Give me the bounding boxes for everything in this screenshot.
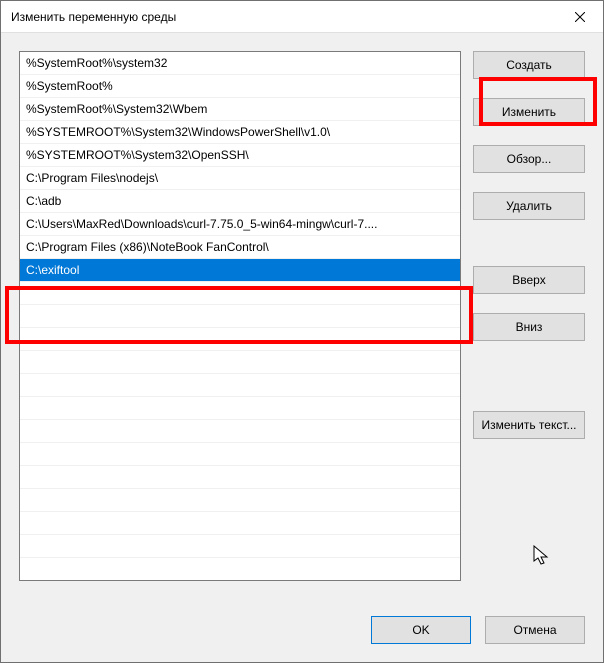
list-item[interactable]: C:\adb: [20, 190, 460, 213]
list-item[interactable]: C:\Program Files (x86)\NoteBook FanContr…: [20, 236, 460, 259]
list-item-empty[interactable]: [20, 374, 460, 397]
list-item[interactable]: C:\Program Files\nodejs\: [20, 167, 460, 190]
delete-button[interactable]: Удалить: [473, 192, 585, 220]
list-item-empty[interactable]: [20, 420, 460, 443]
list-item-empty[interactable]: [20, 489, 460, 512]
ok-button[interactable]: OK: [371, 616, 471, 644]
list-item-empty[interactable]: [20, 512, 460, 535]
path-listbox[interactable]: %SystemRoot%\system32%SystemRoot%%System…: [19, 51, 461, 581]
list-item-empty[interactable]: [20, 282, 460, 305]
list-item[interactable]: %SystemRoot%\System32\Wbem: [20, 98, 460, 121]
edit-button[interactable]: Изменить: [473, 98, 585, 126]
close-button[interactable]: [557, 1, 603, 33]
content-area: %SystemRoot%\system32%SystemRoot%%System…: [1, 33, 603, 662]
list-item[interactable]: %SystemRoot%: [20, 75, 460, 98]
list-item[interactable]: C:\Users\MaxRed\Downloads\curl-7.75.0_5-…: [20, 213, 460, 236]
main-area: %SystemRoot%\system32%SystemRoot%%System…: [19, 51, 585, 596]
move-up-button[interactable]: Вверх: [473, 266, 585, 294]
list-item[interactable]: %SystemRoot%\system32: [20, 52, 460, 75]
cancel-button[interactable]: Отмена: [485, 616, 585, 644]
edit-text-button[interactable]: Изменить текст...: [473, 411, 585, 439]
list-item-empty[interactable]: [20, 305, 460, 328]
list-item-empty[interactable]: [20, 443, 460, 466]
titlebar: Изменить переменную среды: [1, 1, 603, 33]
list-item-empty[interactable]: [20, 397, 460, 420]
close-icon: [575, 12, 585, 22]
list-item-empty[interactable]: [20, 466, 460, 489]
list-item-empty[interactable]: [20, 535, 460, 558]
env-var-dialog: Изменить переменную среды %SystemRoot%\s…: [0, 0, 604, 663]
list-item-empty[interactable]: [20, 351, 460, 374]
move-down-button[interactable]: Вниз: [473, 313, 585, 341]
listbox-wrapper: %SystemRoot%\system32%SystemRoot%%System…: [19, 51, 461, 596]
window-title: Изменить переменную среды: [1, 10, 176, 24]
dialog-buttons: OK Отмена: [19, 616, 585, 644]
list-item[interactable]: %SYSTEMROOT%\System32\WindowsPowerShell\…: [20, 121, 460, 144]
create-button[interactable]: Создать: [473, 51, 585, 79]
browse-button[interactable]: Обзор...: [473, 145, 585, 173]
button-column: Создать Изменить Обзор... Удалить Вверх …: [473, 51, 585, 596]
list-item-empty[interactable]: [20, 328, 460, 351]
list-item[interactable]: %SYSTEMROOT%\System32\OpenSSH\: [20, 144, 460, 167]
list-item[interactable]: C:\exiftool: [20, 259, 460, 282]
